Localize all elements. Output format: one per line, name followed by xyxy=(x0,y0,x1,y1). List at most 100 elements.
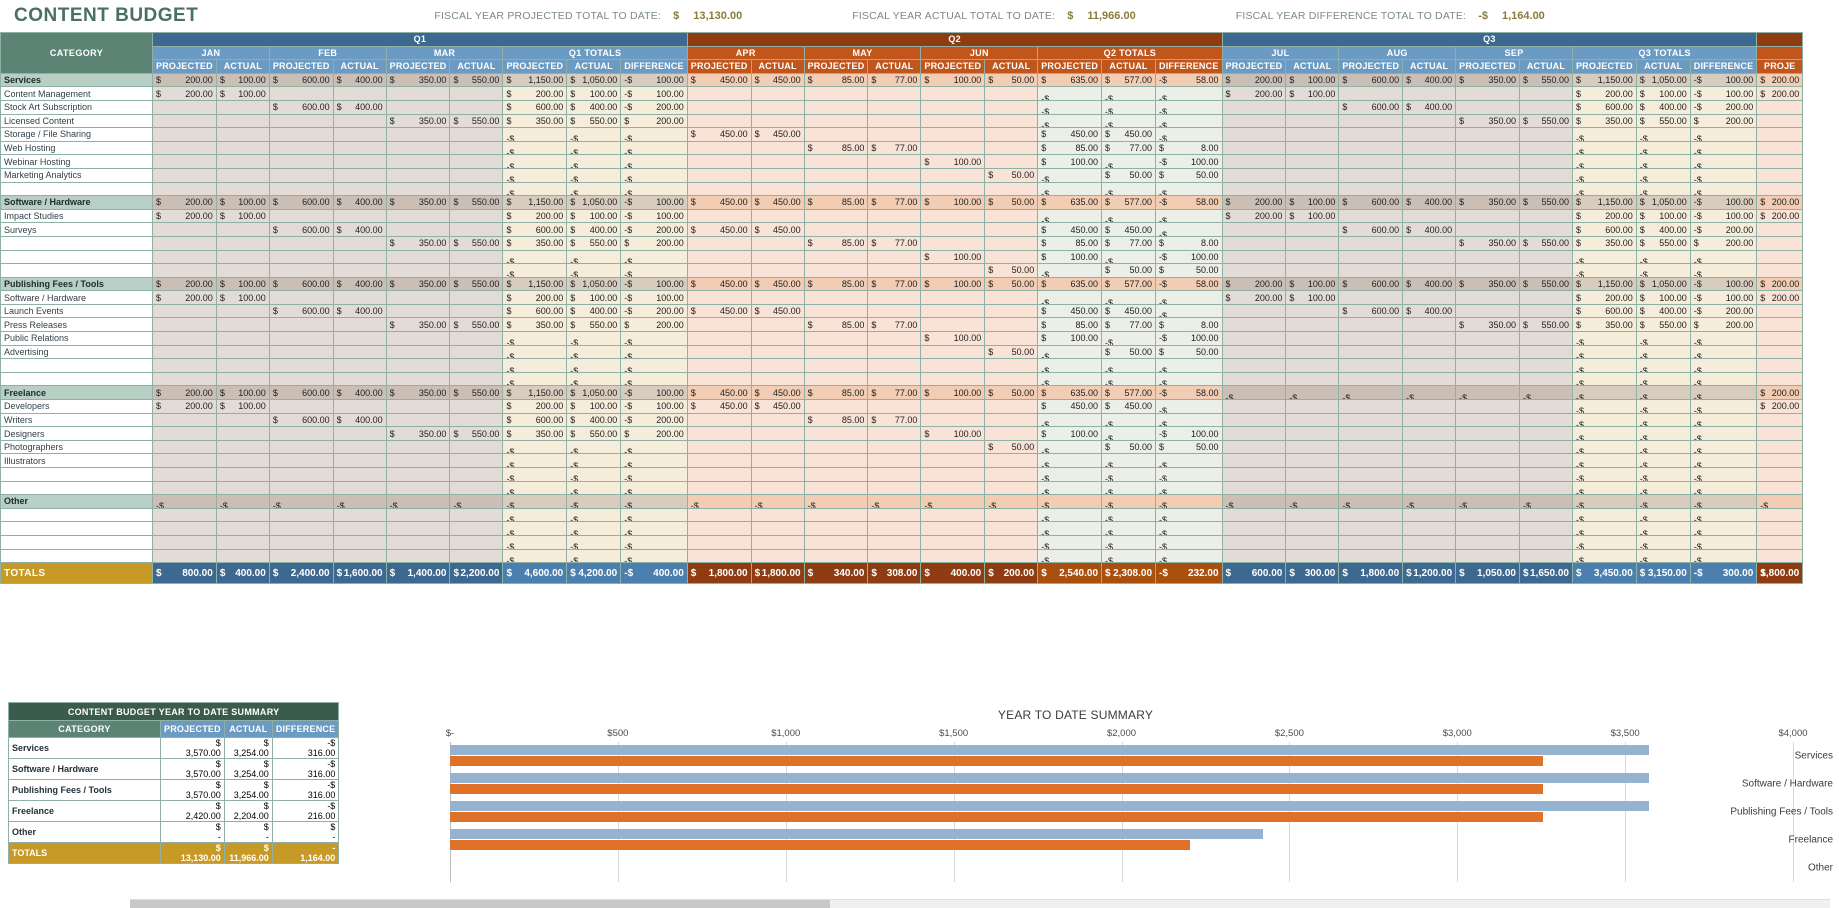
grid-cell[interactable]: -$ xyxy=(1037,167,1103,183)
grid-cell[interactable]: $400.00 xyxy=(332,72,387,88)
grid-cell[interactable]: -$ 200.00 xyxy=(620,303,688,319)
summary-row[interactable]: Other $ - $ - $ - xyxy=(8,821,340,843)
grid-cell[interactable] xyxy=(750,467,805,482)
row-label-other[interactable]: Other xyxy=(0,494,153,509)
grid-cell[interactable]: -$ xyxy=(1037,181,1103,197)
grid-cell[interactable] xyxy=(867,521,922,536)
totals-cell[interactable]: $1,650.00 xyxy=(1518,562,1573,585)
grid-cell[interactable] xyxy=(268,86,334,101)
grid-cell[interactable]: -$ xyxy=(502,181,568,197)
grid-cell[interactable]: -$ xyxy=(620,439,688,455)
grid-cell[interactable] xyxy=(215,181,270,197)
grid-cell[interactable]: -$ 100.00 xyxy=(1155,331,1223,346)
grid-cell[interactable] xyxy=(920,263,986,278)
grid-cell[interactable]: -$ 100.00 xyxy=(1689,208,1758,224)
grid-cell[interactable]: $450.00 xyxy=(750,385,805,401)
grid-cell[interactable] xyxy=(268,439,334,455)
grid-cell[interactable] xyxy=(686,344,752,360)
grid-cell[interactable]: $77.00 xyxy=(1101,140,1157,156)
grid-cell[interactable]: $85.00 xyxy=(803,140,869,156)
grid-cell[interactable]: -$ xyxy=(1037,507,1103,523)
grid-cell[interactable] xyxy=(1402,113,1457,129)
grid-cell[interactable]: $400.00 xyxy=(332,385,387,401)
grid-cell[interactable] xyxy=(920,127,986,142)
grid-cell[interactable]: $200.00 xyxy=(1756,276,1804,292)
row-label-blank-35[interactable] xyxy=(0,548,153,564)
grid-cell[interactable]: $100.00 xyxy=(566,208,622,224)
grid-cell[interactable] xyxy=(1338,548,1404,564)
grid-cell[interactable]: -$ xyxy=(502,439,568,455)
grid-cell[interactable] xyxy=(803,358,869,373)
grid-cell[interactable] xyxy=(152,439,217,455)
grid-cell[interactable] xyxy=(803,480,869,496)
grid-cell[interactable]: -$ 200.00 xyxy=(1689,99,1758,115)
grid-cell[interactable]: $350.00 xyxy=(1455,235,1520,251)
grid-cell[interactable] xyxy=(1338,208,1404,224)
grid-cell[interactable]: -$ xyxy=(566,439,622,455)
grid-cell[interactable]: -$ xyxy=(1037,290,1103,305)
grid-cell[interactable] xyxy=(215,439,270,455)
grid-cell[interactable] xyxy=(1402,371,1457,387)
grid-cell[interactable] xyxy=(920,140,986,156)
grid-cell[interactable]: -$ xyxy=(1571,249,1637,265)
grid-cell[interactable]: $1,050.00 xyxy=(566,276,622,292)
grid-cell[interactable] xyxy=(268,249,334,265)
grid-cell[interactable]: -$ xyxy=(620,154,688,169)
grid-cell[interactable]: -$ xyxy=(1037,358,1103,373)
grid-cell[interactable] xyxy=(215,480,270,496)
grid-cell[interactable]: $200.00 xyxy=(502,86,568,101)
grid-cell[interactable] xyxy=(385,99,451,115)
grid-cell[interactable] xyxy=(920,534,986,550)
grid-cell[interactable]: -$ xyxy=(1455,494,1520,509)
grid-cell[interactable] xyxy=(1285,303,1340,319)
grid-cell[interactable]: -$ xyxy=(1571,453,1637,468)
grid-cell[interactable]: -$ xyxy=(1402,494,1457,509)
summary-cell[interactable]: $ - xyxy=(160,821,225,843)
grid-cell[interactable] xyxy=(332,290,387,305)
table-row[interactable]: -$ -$ -$ -$ -$ -$ -$ -$ -$ xyxy=(0,181,1804,197)
grid-cell[interactable] xyxy=(1402,521,1457,536)
grid-cell[interactable]: -$ xyxy=(686,494,752,509)
grid-cell[interactable] xyxy=(215,358,270,373)
table-row[interactable]: -$ -$ -$ -$ -$ -$ -$ -$ -$ xyxy=(0,534,1804,550)
table-row[interactable]: -$ -$ -$ -$ -$ -$ -$ -$ -$ xyxy=(0,371,1804,387)
grid-cell[interactable] xyxy=(1756,344,1804,360)
grid-cell[interactable] xyxy=(152,222,217,237)
grid-cell[interactable]: $350.00 xyxy=(1455,317,1520,333)
grid-cell[interactable] xyxy=(385,127,451,142)
grid-cell[interactable] xyxy=(1221,371,1287,387)
grid-cell[interactable]: $8.00 xyxy=(1155,235,1223,251)
grid-cell[interactable]: -$ xyxy=(1101,371,1157,387)
grid-cell[interactable]: -$ xyxy=(1518,385,1573,401)
grid-cell[interactable]: $400.00 xyxy=(1402,276,1457,292)
grid-cell[interactable]: -$ xyxy=(620,181,688,197)
grid-cell[interactable] xyxy=(152,235,217,251)
table-row[interactable]: Web Hosting -$ -$ -$ $85.00 $77.00 $85.00 $77.0… xyxy=(0,140,1804,156)
grid-cell[interactable] xyxy=(686,467,752,482)
grid-cell[interactable] xyxy=(803,86,869,101)
grid-cell[interactable] xyxy=(1756,480,1804,496)
grid-cell[interactable]: -$ xyxy=(502,507,568,523)
grid-cell[interactable]: $100.00 xyxy=(215,290,270,305)
grid-cell[interactable] xyxy=(215,426,270,441)
grid-cell[interactable] xyxy=(1402,344,1457,360)
grid-cell[interactable] xyxy=(803,467,869,482)
grid-cell[interactable]: $450.00 xyxy=(1037,127,1103,142)
grid-cell[interactable] xyxy=(1285,426,1340,441)
grid-cell[interactable]: $85.00 xyxy=(803,317,869,333)
grid-cell[interactable] xyxy=(750,507,805,523)
grid-cell[interactable] xyxy=(152,113,217,129)
grid-cell[interactable]: $100.00 xyxy=(1037,249,1103,265)
grid-cell[interactable]: -$ 100.00 xyxy=(1155,154,1223,169)
grid-cell[interactable] xyxy=(1402,548,1457,564)
grid-cell[interactable]: $1,150.00 xyxy=(502,72,568,88)
totals-cell[interactable]: $2,200.00 xyxy=(449,562,504,585)
grid-cell[interactable] xyxy=(152,521,217,536)
grid-cell[interactable]: $1,050.00 xyxy=(566,195,622,210)
grid-cell[interactable]: -$ xyxy=(566,154,622,169)
totals-cell[interactable]: $1,050.00 xyxy=(1455,562,1520,585)
grid-cell[interactable]: $550.00 xyxy=(1518,195,1573,210)
grid-cell[interactable] xyxy=(1285,167,1340,183)
row-label-blank-33[interactable] xyxy=(0,521,153,536)
grid-cell[interactable] xyxy=(1455,467,1520,482)
